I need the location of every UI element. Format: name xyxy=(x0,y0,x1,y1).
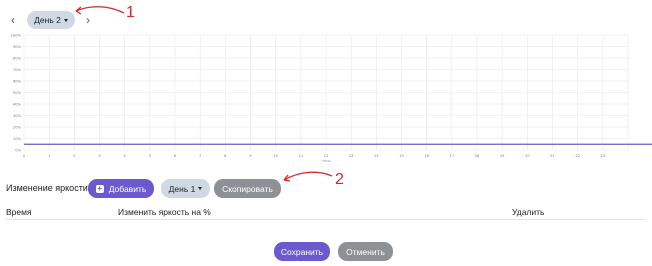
brightness-section-title: Изменение яркости xyxy=(6,183,88,193)
y-tick-label: 100% xyxy=(11,33,22,37)
caret-down-icon xyxy=(198,187,203,190)
x-tick-label: 19 xyxy=(500,154,505,158)
x-tick-label: 5 xyxy=(149,154,151,158)
table-divider xyxy=(6,219,646,220)
day-select-top-label: День 2 xyxy=(34,15,61,25)
x-tick-label: 21 xyxy=(550,154,555,158)
add-button[interactable]: + Добавить xyxy=(88,179,154,198)
x-tick-label: 23 xyxy=(601,154,606,158)
x-tick-label: 10 xyxy=(273,154,278,158)
chart-x-axis-title: Часы xyxy=(321,159,331,163)
x-tick-label: 14 xyxy=(374,154,379,158)
plus-icon: + xyxy=(95,183,104,193)
column-header-delete: Удалить xyxy=(512,207,545,217)
save-button[interactable]: Сохранить xyxy=(274,242,330,261)
x-tick-label: 11 xyxy=(299,154,304,158)
chevron-left-icon[interactable]: ‹ xyxy=(11,14,15,26)
day-select-bottom-label: День 1 xyxy=(168,183,196,194)
column-header-time: Время xyxy=(6,207,32,217)
cancel-button-label: Отменить xyxy=(346,246,385,257)
chart-y-tick-labels: 100% 90% 80% 70% 60% 50% 40% 30% 20% 10% 0% xyxy=(11,33,22,152)
x-tick-label: 15 xyxy=(399,154,404,158)
x-tick-label: 2 xyxy=(73,154,75,158)
day-select-bottom[interactable]: День 1 xyxy=(161,179,210,198)
x-tick-label: 6 xyxy=(174,154,177,158)
save-button-label: Сохранить xyxy=(280,246,324,257)
annotation-number-2: 2 xyxy=(335,171,344,188)
x-tick-label: 9 xyxy=(249,154,252,158)
y-tick-label: 0% xyxy=(15,148,21,152)
x-tick-label: 4 xyxy=(124,154,127,158)
copy-button-label: Скопировать xyxy=(222,183,273,194)
y-tick-label: 30% xyxy=(13,114,22,118)
y-tick-label: 10% xyxy=(13,137,22,141)
x-tick-label: 17 xyxy=(450,154,455,158)
brightness-chart: 100%90%80%70%60%50%40%30%20%10%0% 012345… xyxy=(11,33,652,163)
x-tick-label: 22 xyxy=(575,154,580,158)
chart-grid xyxy=(23,34,629,151)
x-tick-label: 20 xyxy=(525,154,530,158)
add-button-label: Добавить xyxy=(108,183,147,194)
column-header-brightness-change: Изменить яркость на % xyxy=(118,207,211,217)
y-tick-label: 60% xyxy=(13,79,22,83)
y-tick-label: 40% xyxy=(13,102,22,106)
annotation-number-1: 1 xyxy=(126,4,135,21)
y-tick-label: 20% xyxy=(13,125,22,129)
cancel-button[interactable]: Отменить xyxy=(338,242,393,261)
y-tick-label: 70% xyxy=(13,68,22,72)
x-tick-label: 8 xyxy=(224,154,227,158)
x-tick-label: 18 xyxy=(475,154,480,158)
chart-x-tick-labels: 0 1 2 3 4 5 6 7 8 9 10 11 12 13 14 15 16 17 18 19 20 21 22 23 xyxy=(23,154,605,158)
y-tick-label: 80% xyxy=(13,56,22,60)
x-tick-label: 16 xyxy=(424,154,429,158)
x-tick-label: 3 xyxy=(98,154,100,158)
x-tick-label: 0 xyxy=(23,154,26,158)
y-tick-label: 90% xyxy=(13,45,22,49)
copy-button[interactable]: Скопировать xyxy=(214,179,281,198)
y-tick-label: 50% xyxy=(13,91,22,95)
x-tick-label: 1 xyxy=(48,154,50,158)
x-tick-label: 13 xyxy=(349,154,354,158)
x-tick-label: 12 xyxy=(324,154,329,158)
x-tick-label: 7 xyxy=(199,154,201,158)
